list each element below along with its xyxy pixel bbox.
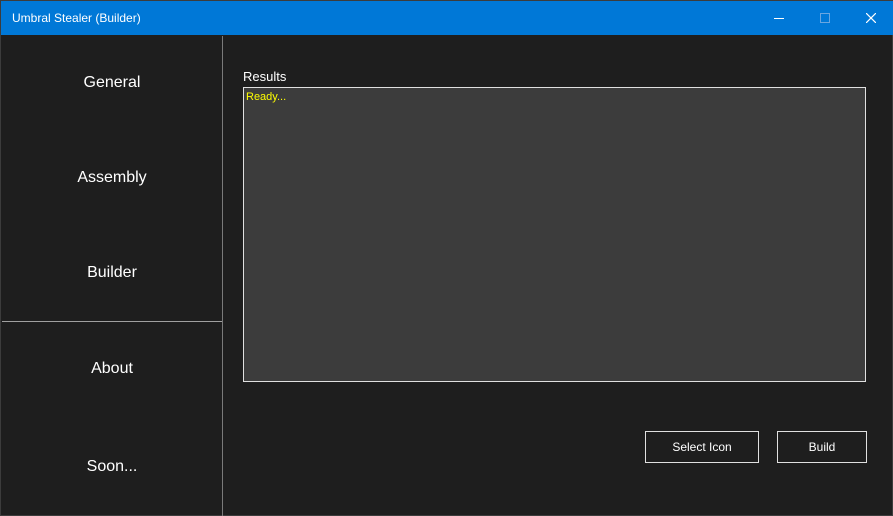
minimize-icon [774,18,784,19]
results-text: Ready... [246,91,287,103]
maximize-icon [820,13,830,23]
sidebar-item-about[interactable]: About [2,360,222,378]
build-button[interactable]: Build [777,431,867,463]
sidebar: General Assembly Builder About Soon... [2,36,223,516]
sidebar-item-assembly[interactable]: Assembly [2,169,222,187]
window-title: Umbral Stealer (Builder) [12,11,141,25]
builder-window: Umbral Stealer (Builder) General Assembl… [0,0,893,516]
sidebar-item-general[interactable]: General [2,74,222,92]
sidebar-divider [2,321,222,322]
title-bar[interactable]: Umbral Stealer (Builder) [1,1,893,35]
sidebar-item-soon[interactable]: Soon... [2,458,222,476]
maximize-button[interactable] [802,1,848,35]
minimize-button[interactable] [756,1,802,35]
close-icon [866,13,876,23]
sidebar-item-builder[interactable]: Builder [2,264,222,282]
select-icon-button[interactable]: Select Icon [645,431,759,463]
results-textbox[interactable]: Ready... [243,87,866,382]
close-button[interactable] [848,1,893,35]
results-label: Results [243,69,287,84]
